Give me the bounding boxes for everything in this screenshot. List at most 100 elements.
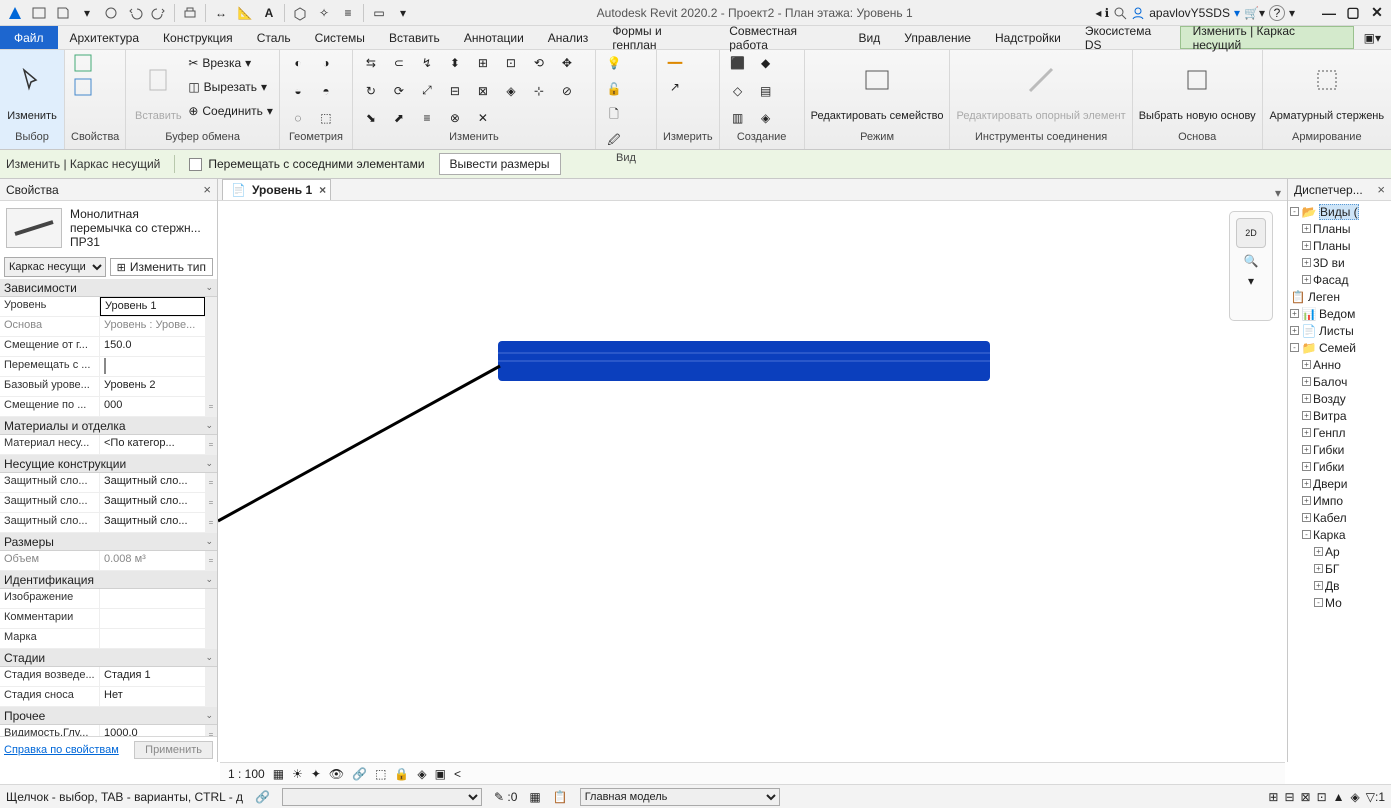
qa-print-icon[interactable] [179,2,201,24]
pick-base-button[interactable] [1171,52,1223,108]
tab-view[interactable]: Вид [847,26,893,49]
create-icon[interactable]: ◇ [726,80,750,102]
tab-structure[interactable]: Конструкция [151,26,245,49]
status-icon[interactable]: ⊟ [1284,790,1294,804]
type-props-icon[interactable] [71,52,95,74]
vc-icon[interactable]: ▣ [435,767,446,781]
qa-align-icon[interactable]: 📐 [234,2,256,24]
status-icon[interactable]: ◈ [1351,790,1360,804]
geom-icon[interactable]: ◌ [286,107,310,129]
mod-icon[interactable]: ≡ [415,107,439,129]
prop-row[interactable]: Смещение от г...150.0 [0,337,217,357]
status-icon[interactable]: ⊡ [1317,790,1327,804]
prop-row[interactable]: Изображение [0,589,217,609]
qa-close-icon[interactable]: ▭ [368,2,390,24]
qa-sync-icon[interactable] [100,2,122,24]
viewcube-icon[interactable]: 2D [1236,218,1266,248]
qa-save-dd-icon[interactable]: ▾ [76,2,98,24]
qa-3d-icon[interactable] [289,2,311,24]
measure-icon[interactable]: ━━ [663,52,687,74]
create-icon[interactable]: ◆ [754,52,778,74]
prop-row[interactable]: Марка [0,629,217,649]
group-mats[interactable]: Материалы и отделка⌄ [0,417,217,435]
group-struct[interactable]: Несущие конструкции⌄ [0,455,217,473]
qa-undo-icon[interactable] [124,2,146,24]
qa-open-icon[interactable] [28,2,50,24]
prop-row[interactable]: Защитный сло...Защитный сло...= [0,513,217,533]
tab-insert[interactable]: Вставить [377,26,452,49]
search-icon[interactable] [1113,6,1127,20]
qa-text-icon[interactable]: A [258,2,280,24]
app-logo[interactable] [4,2,26,24]
instance-props-icon[interactable] [71,76,95,98]
status-icon[interactable]: ▲ [1333,790,1345,804]
activate-dims-button[interactable]: Вывести размеры [439,153,561,175]
mod-icon[interactable]: ⟲ [527,52,551,74]
group-other[interactable]: Прочее⌄ [0,707,217,725]
mod-icon[interactable]: ⬍ [443,52,467,74]
browser-close-icon[interactable]: × [1377,182,1385,197]
geom-icon[interactable]: ◓ [314,80,338,102]
measure-icon[interactable]: ↗ [663,76,687,98]
mod-icon[interactable]: ⊗ [443,107,467,129]
mod-icon[interactable]: ⇆ [359,52,383,74]
coping-button[interactable]: ✂Врезка ▾ [188,52,273,74]
mod-icon[interactable]: ↻ [359,80,383,102]
tab-massing[interactable]: Формы и генплан [600,26,717,49]
group-phases[interactable]: Стадии⌄ [0,649,217,667]
group-dims[interactable]: Размеры⌄ [0,533,217,551]
vc-icon[interactable]: 🔒 [394,767,409,781]
create-icon[interactable]: ◈ [754,107,778,129]
group-ident[interactable]: Идентификация⌄ [0,571,217,589]
category-selector[interactable]: Каркас несущи [4,257,106,277]
info-icon[interactable]: ◂ ℹ [1095,6,1109,20]
status-icon[interactable]: 🔗 [255,790,270,804]
create-icon[interactable]: ▤ [754,80,778,102]
close-button[interactable]: ✕ [1367,6,1387,20]
tab-architecture[interactable]: Архитектура [58,26,152,49]
view-tabs-options-icon[interactable]: ▾ [1275,186,1281,200]
mod-icon[interactable]: ⊞ [471,52,495,74]
geom-icon[interactable]: ◒ [286,80,310,102]
tab-modify-framing[interactable]: Изменить | Каркас несущий [1180,26,1354,49]
prop-row[interactable]: Защитный сло...Защитный сло...= [0,473,217,493]
prop-row[interactable]: Материал несу...<По категор...= [0,435,217,455]
tab-systems[interactable]: Системы [303,26,377,49]
steering-icon[interactable]: 🔍 [1244,254,1259,268]
workset-select[interactable] [282,788,482,806]
vc-icon[interactable]: ▦ [273,767,284,781]
qa-save-icon[interactable] [52,2,74,24]
mod-icon[interactable]: ⊟ [443,80,467,102]
prop-row[interactable]: Стадия возведе...Стадия 1 [0,667,217,687]
mod-icon[interactable]: ⊂ [387,52,411,74]
prop-row[interactable]: УровеньУровень 1 [0,297,217,317]
move-with-neighbors-checkbox[interactable]: Перемещать с соседними элементами [189,157,424,171]
properties-close-icon[interactable]: × [203,182,211,197]
mod-icon[interactable]: ◈ [499,80,523,102]
properties-help-link[interactable]: Справка по свойствам [4,744,119,756]
tab-steel[interactable]: Сталь [245,26,303,49]
browser-tree[interactable]: -📂Виды ( +Планы +Планы +3D ви +Фасад 📋Ле… [1288,201,1391,762]
group-deps[interactable]: Зависимости⌄ [0,279,217,297]
prop-row[interactable]: Комментарии [0,609,217,629]
status-icon[interactable]: ⊠ [1301,790,1311,804]
status-icon[interactable]: ▦ [529,790,540,804]
mod-icon[interactable]: ⊡ [499,52,523,74]
qa-switch-icon[interactable]: ▾ [392,2,414,24]
cart-icon[interactable]: 🛒▾ [1244,6,1265,20]
geom-icon[interactable]: ◑ [314,52,338,74]
file-tab[interactable]: Файл [0,26,58,49]
prop-row[interactable]: Смещение по ...000= [0,397,217,417]
tab-analyze[interactable]: Анализ [536,26,601,49]
view-tab-level1[interactable]: 📄 Уровень 1× [222,179,331,200]
mod-icon[interactable]: ✥ [555,52,579,74]
vc-icon[interactable]: ✦ [311,767,321,781]
tab-ecosystem[interactable]: Экосистема DS [1073,26,1180,49]
pan-icon[interactable]: ▾ [1248,274,1254,288]
ribbon-options-icon[interactable]: ▣▾ [1354,26,1391,49]
vc-icon[interactable]: 👁 [329,767,344,781]
vc-icon[interactable]: ☀ [292,767,303,781]
view-icon[interactable]: 🗋 [602,104,626,126]
status-icon[interactable]: ⊞ [1268,790,1278,804]
mod-icon[interactable]: ⊘ [555,80,579,102]
